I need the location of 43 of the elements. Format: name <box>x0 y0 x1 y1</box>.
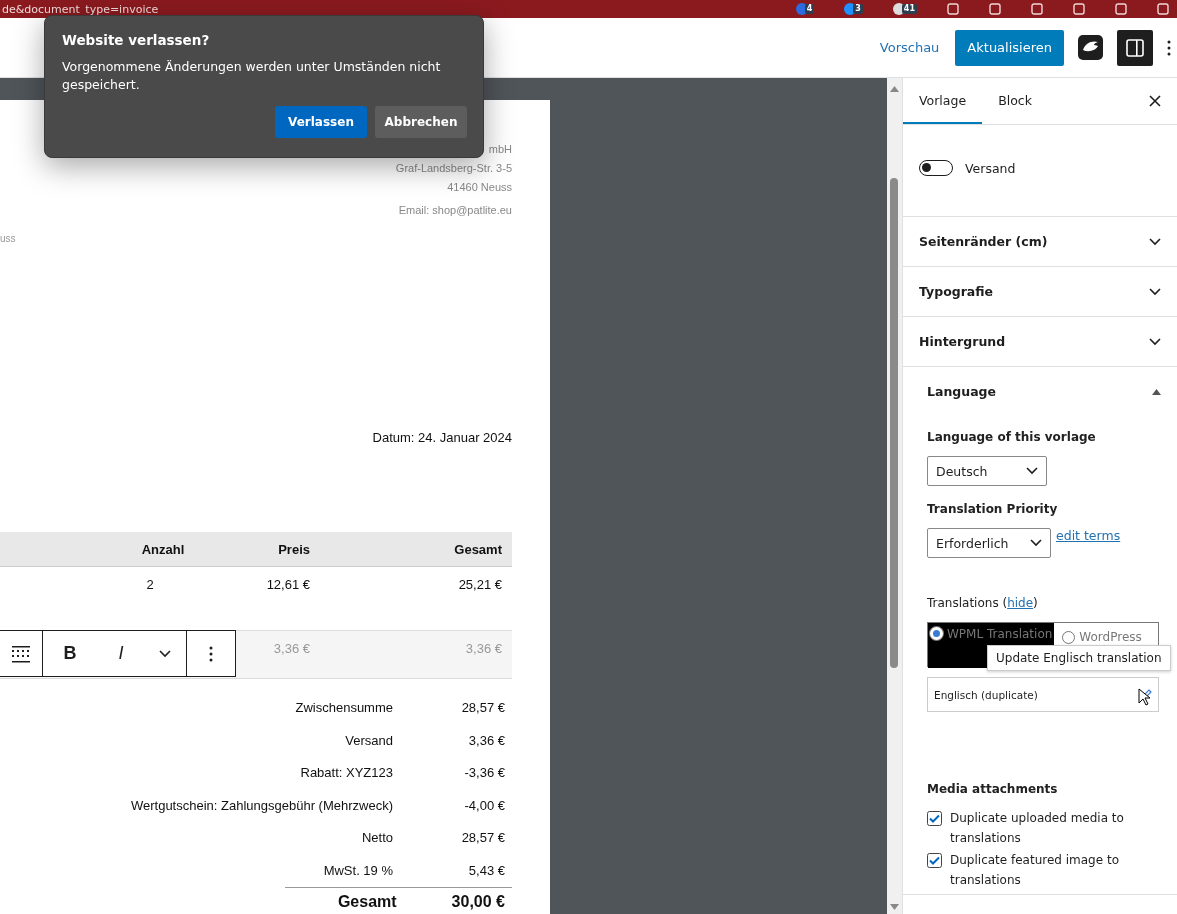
sender-address-line: 41460 Neuss <box>447 180 512 195</box>
translations-label: Translations (hide) <box>927 596 1039 610</box>
total-label: Wertgutschein: Zahlungsgebühr (Mehrzweck) <box>130 796 393 815</box>
table-cell: 2 <box>146 576 154 592</box>
sender-email: Email: shop@patlite.eu <box>398 204 512 216</box>
sender-address-line: Graf-Landsberg-Str. 3-5 <box>395 161 512 176</box>
column-header: Preis <box>278 541 311 557</box>
badge: 41 <box>901 4 917 14</box>
dialog-message: Vorgenommene Änderungen werden unter Umständen nicht gespeichert. <box>62 58 442 94</box>
toggle-label: Versand <box>965 160 1016 176</box>
table-cell-text: 25,21 € <box>458 576 503 592</box>
translation-language: Englisch (duplicate) <box>934 688 1038 701</box>
invoice-date: Datum: 24. Januar 2024 <box>372 430 512 445</box>
total-label: Rabatt: XYZ123 <box>300 764 393 782</box>
grand-total-label: Gesamt <box>337 893 397 911</box>
total-value: 28,57 € <box>461 829 505 847</box>
total-label: Zwischensumme <box>295 699 393 717</box>
field-label: Translation Priority <box>927 502 1059 516</box>
checkbox-label: Duplicate featured image to translations <box>950 852 1120 889</box>
table-cell-text: 3,36 € <box>273 641 311 656</box>
column-header: Anzahl <box>140 541 185 557</box>
total-value: -3,36 € <box>464 764 505 782</box>
table-cell-text: 12,61 € <box>266 576 311 592</box>
tooltip: Update Englisch translation <box>987 645 1171 671</box>
sender-address-line: mbH <box>488 142 512 157</box>
total-label: MwSt. 19 % <box>323 861 393 880</box>
grand-total-value: 30,00 € <box>451 893 505 911</box>
badge: 3 <box>853 4 863 14</box>
badge: 4 <box>804 4 815 14</box>
total-label: Netto <box>361 829 393 847</box>
recipient-address-line: uss <box>0 233 16 244</box>
total-label: Versand <box>345 731 393 750</box>
table-cell-text: 3,36 € <box>465 641 503 656</box>
total-value: -4,00 € <box>464 796 505 815</box>
checkbox-label: Duplicate uploaded media to translations <box>950 810 1125 847</box>
total-value: 3,36 € <box>468 731 505 750</box>
section-label: Media attachments <box>927 782 1059 796</box>
dialog-title: Website verlassen? <box>62 32 211 48</box>
column-header: Gesamt <box>454 541 503 557</box>
address-text: de&document_type=invoice <box>1 2 159 16</box>
total-value: 28,57 € <box>461 699 505 717</box>
total-value: 5,43 € <box>468 861 505 880</box>
field-label: Language of this vorlage <box>927 430 1097 444</box>
